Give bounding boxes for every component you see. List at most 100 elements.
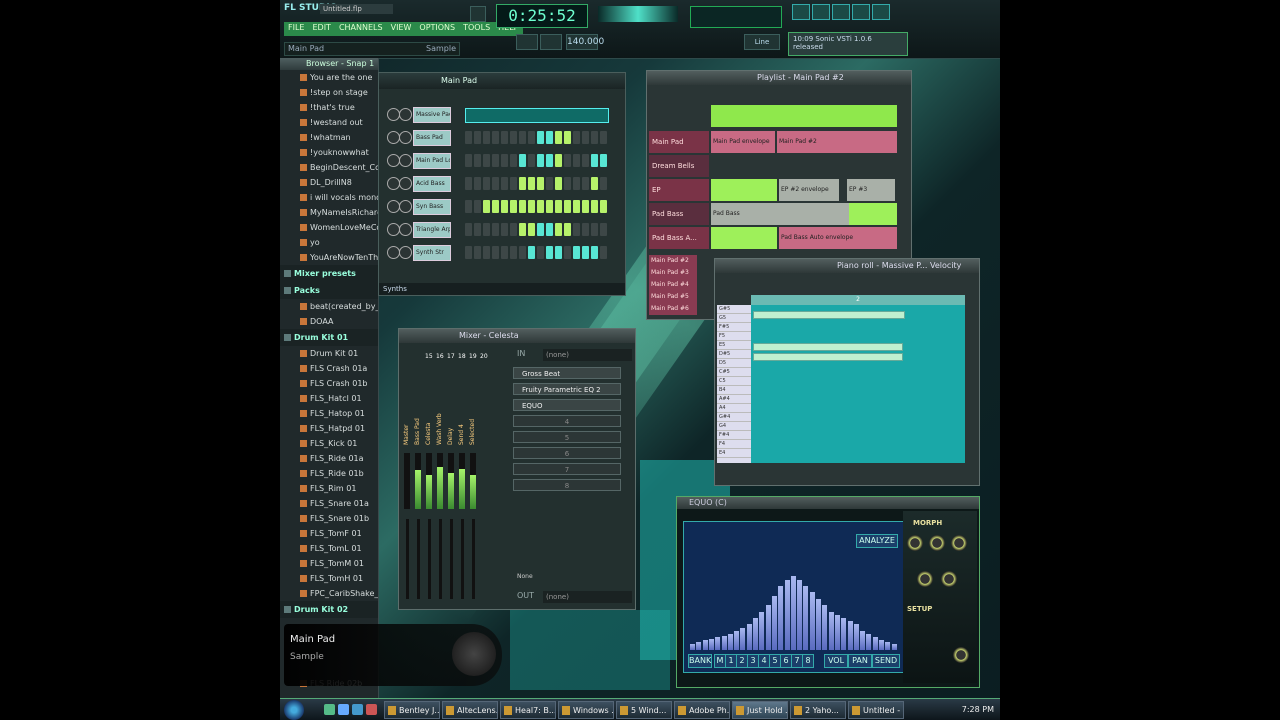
step-button[interactable] — [537, 154, 544, 167]
mixer-track-number[interactable]: 16 — [436, 353, 444, 360]
taskbar-window-button[interactable]: Just Hold ... — [732, 701, 788, 719]
mixer-track-number[interactable]: 15 — [425, 353, 433, 360]
mixer-empty-slot[interactable]: 5 — [513, 431, 621, 443]
step-button[interactable] — [465, 223, 472, 236]
browser-shortcut-button[interactable] — [852, 4, 870, 20]
step-button[interactable] — [492, 246, 499, 259]
playlist-clip[interactable]: Pad Bass Auto envelope — [779, 227, 897, 249]
step-button[interactable] — [492, 177, 499, 190]
mixer-empty-slot[interactable]: 4 — [513, 415, 621, 427]
eq-mode-button[interactable]: 8 — [802, 654, 814, 668]
step-button[interactable] — [474, 246, 481, 259]
step-button[interactable] — [474, 154, 481, 167]
step-button[interactable] — [483, 154, 490, 167]
eq-band-bar[interactable] — [753, 618, 758, 650]
browser-folder-drumkit[interactable]: Drum Kit 01 — [280, 329, 378, 346]
step-button[interactable] — [492, 200, 499, 213]
eq-band-bar[interactable] — [790, 576, 796, 650]
record-button[interactable] — [516, 34, 538, 50]
channel-button[interactable]: Syn Bass — [413, 199, 451, 215]
step-button[interactable] — [582, 177, 589, 190]
step-button[interactable] — [501, 200, 508, 213]
eq-band-bar[interactable] — [727, 634, 733, 650]
step-button[interactable] — [546, 131, 553, 144]
step-button[interactable] — [546, 200, 553, 213]
eq-band-bar[interactable] — [797, 579, 803, 650]
mixer-track-number[interactable]: 19 — [469, 353, 477, 360]
step-button[interactable] — [591, 200, 598, 213]
browser-file-item[interactable]: !youknowwhat — [280, 145, 378, 160]
browser-file-item[interactable]: You are the one — [280, 70, 378, 85]
note[interactable] — [753, 311, 905, 319]
mixer-track[interactable]: Delay — [447, 369, 456, 609]
step-button[interactable] — [564, 246, 571, 259]
eq-band-bar[interactable] — [759, 611, 765, 650]
step-button[interactable] — [555, 223, 562, 236]
step-button[interactable] — [555, 177, 562, 190]
bank-button[interactable]: BANK — [688, 654, 712, 668]
browser-sample-item[interactable]: FLS_Ride 01b — [280, 466, 378, 481]
playlist-track-header[interactable]: Pad Bass — [649, 203, 709, 225]
mixer-fx-slot[interactable]: Gross Beat — [513, 367, 621, 379]
browser-sample-item[interactable]: FLS_Hatop 01 — [280, 406, 378, 421]
step-button[interactable] — [483, 177, 490, 190]
mixer-track-number[interactable]: 20 — [480, 353, 488, 360]
channel-filter[interactable]: Synths — [379, 283, 625, 295]
step-button[interactable] — [528, 154, 535, 167]
step-button[interactable] — [600, 131, 607, 144]
mixer-empty-slot[interactable]: 7 — [513, 463, 621, 475]
step-button[interactable] — [519, 177, 526, 190]
step-button[interactable] — [600, 177, 607, 190]
browser-sample-item[interactable]: Drum Kit 01 — [280, 346, 378, 361]
step-button[interactable] — [600, 200, 607, 213]
browser-sample-item[interactable]: FLS Crash 01b — [280, 376, 378, 391]
browser-file-item[interactable]: i will vocals mono — [280, 190, 378, 205]
playlist-clip[interactable]: Pad Bass — [711, 203, 849, 225]
step-button[interactable] — [537, 200, 544, 213]
step-button[interactable] — [474, 223, 481, 236]
morph-knob[interactable] — [941, 571, 957, 587]
eq-band-bar[interactable] — [734, 630, 740, 650]
stepseq-shortcut-button[interactable] — [812, 4, 830, 20]
step-button[interactable] — [582, 246, 589, 259]
pattern-item[interactable]: Main Pad #2 — [649, 255, 697, 267]
taskbar-clock[interactable]: 7:28 PM — [962, 699, 994, 720]
channel-button[interactable]: Synth Str — [413, 245, 451, 261]
eq-band-bar[interactable] — [778, 586, 784, 650]
pianoroll-preview[interactable] — [465, 108, 609, 123]
channel-button[interactable]: Massive Pad — [413, 107, 451, 123]
channel-button[interactable]: Bass Pad — [413, 130, 451, 146]
mixer-track[interactable]: Master — [403, 369, 412, 609]
menu-view[interactable]: VIEW — [387, 22, 416, 36]
step-button[interactable] — [483, 246, 490, 259]
step-button[interactable] — [465, 177, 472, 190]
eq-band-bar[interactable] — [784, 579, 790, 650]
step-button[interactable] — [546, 246, 553, 259]
playlist-clip[interactable] — [849, 203, 897, 225]
step-button[interactable] — [465, 200, 472, 213]
mixer-track-fader[interactable] — [461, 519, 464, 599]
step-button[interactable] — [492, 154, 499, 167]
eq-band-bar[interactable] — [702, 640, 708, 650]
mixer-track-fader[interactable] — [428, 519, 431, 599]
browser-file-item[interactable]: WomenLoveMeCo... — [280, 220, 378, 235]
eq-band-bar[interactable] — [834, 614, 840, 650]
taskbar-window-button[interactable]: Bentley J... — [384, 701, 440, 719]
step-button[interactable] — [528, 200, 535, 213]
send-button[interactable]: SEND — [872, 654, 900, 668]
mixer-track[interactable]: Send 4 — [458, 369, 467, 609]
taskbar-window-button[interactable]: AltecLens... — [442, 701, 498, 719]
step-button[interactable] — [573, 177, 580, 190]
browser-folder[interactable]: Mixer presets — [280, 265, 378, 282]
tempo-display[interactable]: 140.000 — [566, 34, 604, 50]
playlist-shortcut-button[interactable] — [792, 4, 810, 20]
step-button[interactable] — [582, 200, 589, 213]
channel-volume-knob[interactable] — [399, 246, 412, 259]
step-button[interactable] — [555, 200, 562, 213]
piano-roll-bar-ruler[interactable]: 2 — [751, 295, 965, 305]
step-button[interactable] — [573, 200, 580, 213]
step-button[interactable] — [537, 131, 544, 144]
step-button[interactable] — [537, 177, 544, 190]
playlist-track-header[interactable]: Pad Bass A... — [649, 227, 709, 249]
step-button[interactable] — [546, 154, 553, 167]
